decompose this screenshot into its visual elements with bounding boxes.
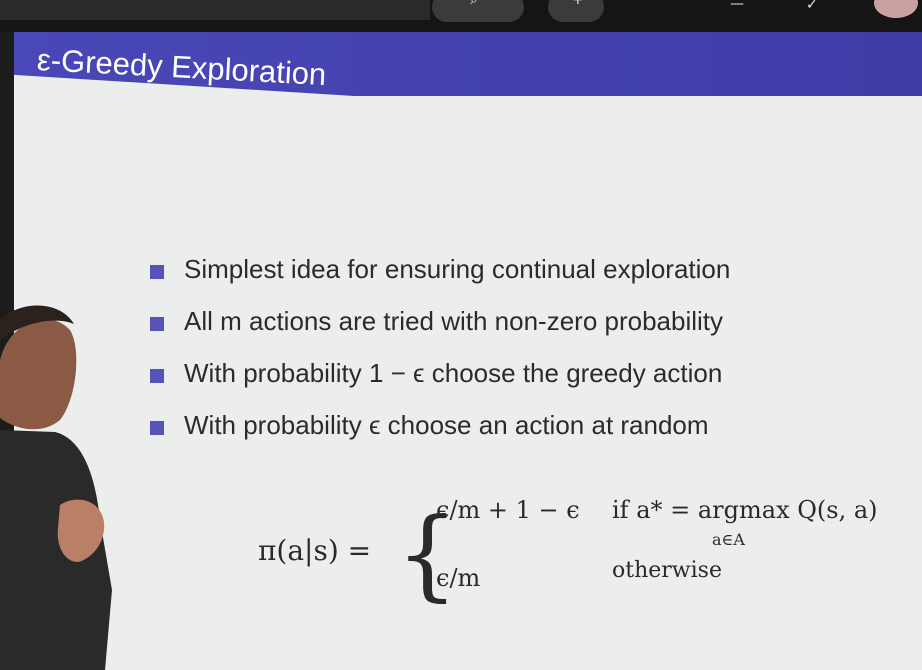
check-icon[interactable]: ✓: [806, 0, 818, 13]
equation-lhs: π(a|s) =: [258, 534, 372, 567]
avatar[interactable]: [874, 0, 918, 18]
bullet-list: Simplest idea for ensuring continual exp…: [150, 254, 810, 462]
search-icon: ⌕: [470, 0, 478, 8]
equation-case-2: ϵ/m: [436, 564, 481, 592]
equation-condition-1: if a* = argmax Q(s, a): [612, 496, 878, 524]
bullet-text: With probability 1 − ϵ choose the greedy…: [184, 358, 723, 388]
bullet-item: With probability ϵ choose an action at r…: [150, 410, 810, 462]
bullet-text: With probability ϵ choose an action at r…: [184, 410, 709, 440]
slide-title-banner: ε-Greedy Exploration: [14, 32, 922, 96]
bullet-item: With probability 1 − ϵ choose the greedy…: [150, 358, 810, 410]
bullet-square-icon: [150, 265, 164, 279]
plus-icon: +: [572, 0, 584, 8]
bullet-square-icon: [150, 317, 164, 331]
slide-title: ε-Greedy Exploration: [36, 42, 328, 93]
presenter-figure: [0, 305, 112, 670]
projected-slide: ε-Greedy Exploration Simplest idea for e…: [14, 32, 922, 670]
bullet-item: Simplest idea for ensuring continual exp…: [150, 254, 810, 306]
bullet-text: All m actions are tried with non-zero pr…: [184, 306, 724, 336]
bullet-text: Simplest idea for ensuring continual exp…: [184, 254, 731, 284]
equation-condition-2: otherwise: [612, 558, 722, 583]
bullet-square-icon: [150, 421, 164, 435]
bullet-square-icon: [150, 369, 164, 383]
search-button[interactable]: ⌕: [432, 0, 524, 22]
bullet-item: All m actions are tried with non-zero pr…: [150, 306, 810, 358]
video-toolbar: ⌕ + — ✓: [0, 0, 922, 32]
argmax-subscript: a∈A: [712, 530, 745, 549]
add-button[interactable]: +: [548, 0, 604, 22]
equation-case-1: ϵ/m + 1 − ϵ: [436, 496, 580, 524]
minus-icon[interactable]: —: [730, 0, 744, 12]
toolbar-strip: [0, 0, 430, 20]
